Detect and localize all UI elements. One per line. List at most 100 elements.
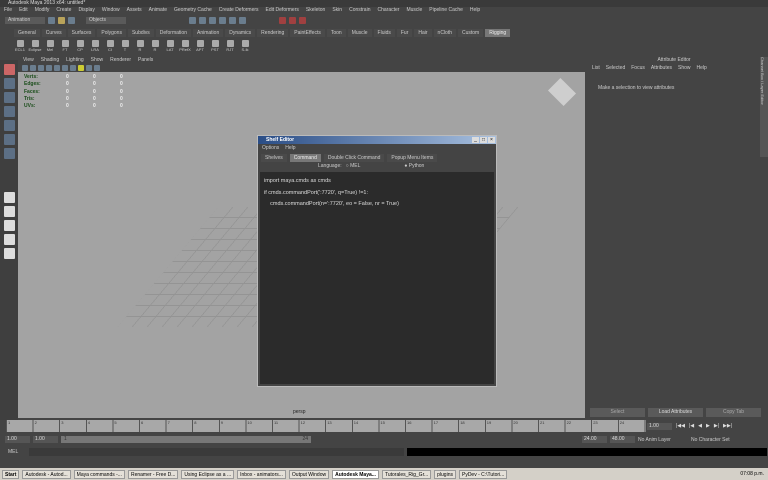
menu-skeleton[interactable]: Skeleton	[306, 7, 325, 14]
playback-start-field[interactable]: 1.00	[33, 436, 58, 443]
viewcube[interactable]	[547, 77, 577, 107]
new-scene-icon[interactable]	[48, 16, 55, 24]
layout-icon[interactable]	[3, 234, 15, 245]
shelf-button[interactable]: PST	[209, 39, 221, 52]
command-language-label[interactable]: MEL	[8, 449, 18, 455]
tab-surfaces[interactable]: Surfaces	[67, 29, 96, 37]
load-attributes-button[interactable]: Load Attributes	[648, 408, 703, 417]
snap-icon[interactable]	[209, 16, 216, 24]
select-tool-icon[interactable]	[3, 64, 15, 75]
attr-menu-selected[interactable]: Selected	[606, 65, 625, 71]
menu-create[interactable]: Create	[56, 7, 71, 14]
shadow-icon[interactable]	[86, 65, 92, 71]
shelf-button[interactable]: Mel	[44, 39, 56, 52]
tab-painteffects[interactable]: PaintEffects	[290, 29, 325, 37]
tab-rendering[interactable]: Rendering	[257, 29, 289, 37]
camera-icon[interactable]	[30, 65, 36, 71]
menu-pipeline-cache[interactable]: Pipeline Cache	[429, 7, 463, 14]
copy-tab-button[interactable]: Copy Tab	[706, 408, 761, 417]
grid-icon[interactable]	[46, 65, 52, 71]
taskbar-item[interactable]: Maya commands -...	[73, 469, 125, 479]
menu-assets[interactable]: Assets	[127, 7, 142, 14]
attr-menu-show[interactable]: Show	[678, 65, 691, 71]
radio-python[interactable]: ● Python	[404, 163, 424, 169]
open-scene-icon[interactable]	[58, 16, 65, 24]
move-tool-icon[interactable]	[3, 106, 15, 117]
go-to-start-icon[interactable]: |◀◀	[676, 423, 685, 429]
shelf-button[interactable]: R	[149, 39, 161, 52]
shelf-button[interactable]: RJT	[224, 39, 236, 52]
viewport-menu-show[interactable]: Show	[91, 57, 104, 64]
layout-icon[interactable]	[3, 206, 15, 217]
menu-edit-deformers[interactable]: Edit Deformers	[266, 7, 299, 14]
viewport-menu-shading[interactable]: Shading	[41, 57, 59, 64]
camera-icon[interactable]	[22, 65, 28, 71]
layout-icon[interactable]	[3, 192, 15, 203]
tab-curves[interactable]: Curves	[41, 29, 66, 37]
selection-mode-dropdown[interactable]: Objects	[86, 16, 126, 24]
tab-muscle[interactable]: Muscle	[347, 29, 372, 37]
shelf-button[interactable]: T	[119, 39, 131, 52]
tab-rigging[interactable]: Rigging	[485, 29, 511, 37]
snap-icon[interactable]	[239, 16, 246, 24]
menu-display[interactable]: Display	[78, 7, 94, 14]
scale-tool-icon[interactable]	[3, 134, 15, 145]
radio-mel[interactable]: ○ MEL	[346, 163, 361, 169]
character-set-dropdown[interactable]: No Character Set	[691, 437, 746, 443]
taskbar-item[interactable]: Output Window	[288, 469, 330, 479]
snap-icon[interactable]	[199, 16, 206, 24]
menu-modify[interactable]: Modify	[35, 7, 50, 14]
taskbar-item[interactable]: plugins	[434, 469, 456, 479]
step-back-icon[interactable]: |◀	[689, 423, 694, 429]
shelf-button[interactable]: R	[134, 39, 146, 52]
tab-ncloth[interactable]: nCloth	[433, 29, 456, 37]
taskbar-item[interactable]: Tutorales_Rig_Gr...	[381, 469, 432, 479]
isolate-icon[interactable]	[94, 65, 100, 71]
bookmark-icon[interactable]	[38, 65, 44, 71]
channel-box-tab[interactable]: Channel Box / Layer Editor	[760, 57, 768, 157]
shelf-button[interactable]: CP	[74, 39, 86, 52]
tab-double-click-command[interactable]: Double Click Command	[323, 154, 385, 162]
tab-toon[interactable]: Toon	[326, 29, 346, 37]
shelf-button[interactable]: Eclipse	[29, 39, 41, 52]
tab-hair[interactable]: Hair	[414, 29, 432, 37]
anim-layer-dropdown[interactable]: No Anim Layer	[638, 437, 688, 443]
shelf-button[interactable]: APT	[194, 39, 206, 52]
texture-icon[interactable]	[70, 65, 76, 71]
maximize-icon[interactable]: □	[480, 137, 487, 143]
viewport-menu-view[interactable]: View	[23, 57, 34, 64]
minimize-icon[interactable]: _	[472, 137, 479, 143]
shelf-button[interactable]: ECL1	[14, 39, 26, 52]
shaded-icon[interactable]	[62, 65, 68, 71]
snap-icon[interactable]	[229, 16, 236, 24]
attr-menu-list[interactable]: List	[592, 65, 600, 71]
attr-menu-help[interactable]: Help	[697, 65, 707, 71]
layout-icon[interactable]	[3, 248, 15, 259]
save-scene-icon[interactable]	[68, 16, 75, 24]
render-icon[interactable]	[299, 16, 306, 24]
layout-icon[interactable]	[3, 220, 15, 231]
attr-menu-attributes[interactable]: Attributes	[651, 65, 672, 71]
tab-deformation[interactable]: Deformation	[155, 29, 191, 37]
step-forward-icon[interactable]: ▶|	[714, 423, 719, 429]
render-icon[interactable]	[279, 16, 286, 24]
tab-popup-menu-items[interactable]: Popup Menu Items	[387, 154, 438, 162]
attr-menu-focus[interactable]: Focus	[631, 65, 645, 71]
shelf-button[interactable]: LAT	[164, 39, 176, 52]
tab-shelves[interactable]: Shelves	[261, 154, 287, 162]
rotate-tool-icon[interactable]	[3, 120, 15, 131]
snap-icon[interactable]	[189, 16, 196, 24]
tab-custom[interactable]: Custom	[458, 29, 484, 37]
render-icon[interactable]	[289, 16, 296, 24]
shelf-button[interactable]: S-Ik	[239, 39, 251, 52]
play-backward-icon[interactable]: ◀	[698, 423, 702, 429]
range-slider[interactable]: 1 24	[61, 436, 311, 443]
shelf-button[interactable]: LRA	[89, 39, 101, 52]
snap-icon[interactable]	[219, 16, 226, 24]
close-icon[interactable]: ×	[488, 137, 495, 143]
menu-muscle[interactable]: Muscle	[406, 7, 422, 14]
menu-animate[interactable]: Animate	[149, 7, 167, 14]
menu-window[interactable]: Window	[102, 7, 120, 14]
current-time-field[interactable]: 1.00	[647, 423, 672, 430]
taskbar-item[interactable]: Renamer - Free D...	[127, 469, 179, 479]
